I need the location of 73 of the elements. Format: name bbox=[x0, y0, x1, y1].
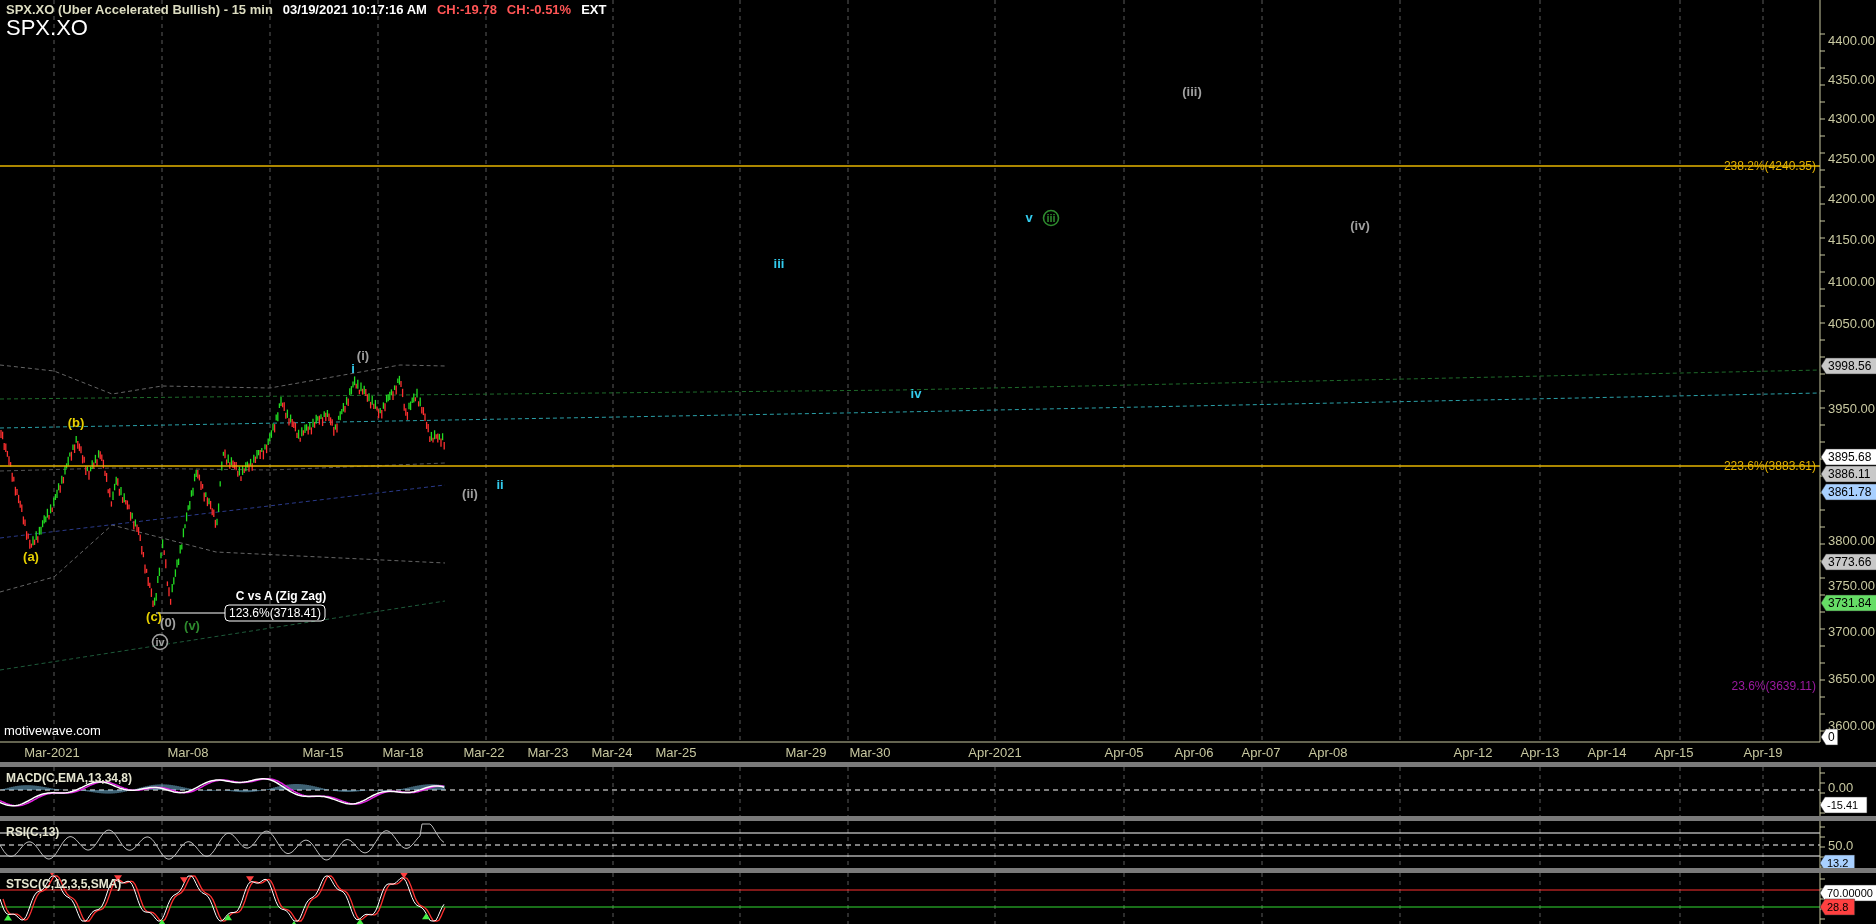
price-tag: 28.8 bbox=[1819, 898, 1855, 916]
axis-label: 3750.00 bbox=[1828, 578, 1875, 594]
price-tag: 3998.56 bbox=[1820, 357, 1876, 375]
wave-label: (i) bbox=[356, 348, 370, 363]
price-tag: 3886.11 bbox=[1820, 465, 1876, 483]
price-tag: 70.00000 bbox=[1819, 884, 1876, 902]
axis-label: Mar-30 bbox=[849, 745, 891, 760]
axis-label: 3700.00 bbox=[1828, 624, 1875, 640]
chart-title: SPX.XO (Uber Accelerated Bullish) - 15 min bbox=[6, 2, 273, 17]
indicator-title: MACD(C,EMA,13,34,8) bbox=[6, 771, 133, 785]
price-tag: 3731.84 bbox=[1820, 594, 1876, 612]
price-tag: 0 bbox=[1820, 728, 1838, 746]
axis-label: 3950.00 bbox=[1828, 401, 1875, 416]
axis-label: Mar-24 bbox=[591, 745, 633, 760]
leader-line bbox=[155, 612, 226, 614]
axis-label: Mar-15 bbox=[302, 745, 344, 760]
wave-label: iii bbox=[773, 256, 785, 271]
axis-label: Mar-2021 bbox=[24, 745, 80, 760]
axis-label: Apr-2021 bbox=[968, 745, 1022, 760]
price-tag: 3895.68 bbox=[1820, 448, 1876, 466]
price-tag: -15.41 bbox=[1819, 796, 1868, 814]
fib-label: 23.6%(3639.11) bbox=[1731, 679, 1816, 693]
wave-label: (a) bbox=[23, 549, 39, 564]
axis-label: Mar-18 bbox=[382, 745, 424, 760]
wave-label: iv bbox=[151, 633, 169, 651]
wave-label: ii bbox=[496, 477, 504, 492]
price-tag: 13.2 bbox=[1819, 854, 1855, 868]
axis-label: 4400.00 bbox=[1828, 32, 1875, 48]
axis-label: 0.00 bbox=[1828, 780, 1854, 795]
axis-label: 4100.00 bbox=[1828, 273, 1875, 289]
axis-label: 3650.00 bbox=[1828, 670, 1875, 686]
annotation-title: C vs A (Zig Zag) bbox=[235, 589, 327, 603]
axis-label: 4050.00 bbox=[1828, 315, 1875, 331]
wave-label: (b) bbox=[67, 415, 85, 430]
axis-label: 4300.00 bbox=[1828, 111, 1875, 126]
wave-label: (0) bbox=[160, 615, 176, 630]
price-tag: 3773.66 bbox=[1820, 553, 1876, 571]
wave-label: (v) bbox=[184, 618, 200, 633]
value-label: 123.6%(3718.41) bbox=[224, 604, 326, 622]
credit-label: motivewave.com bbox=[4, 723, 101, 738]
axis-label: 3800.00 bbox=[1828, 533, 1875, 549]
wave-label: (ii) bbox=[462, 486, 478, 501]
axis-label: 4150.00 bbox=[1828, 232, 1875, 248]
axis-label: Apr-08 bbox=[1308, 745, 1348, 760]
wave-label: (iii) bbox=[1182, 84, 1202, 99]
change-percent: CH:-0.51% bbox=[506, 2, 572, 17]
axis-label: Mar-25 bbox=[655, 745, 697, 760]
wave-label: (iv) bbox=[1350, 218, 1370, 233]
axis-label: Apr-05 bbox=[1104, 745, 1144, 760]
wave-label: v bbox=[1025, 210, 1033, 225]
wave-label: i bbox=[351, 361, 355, 376]
axis-label: Apr-19 bbox=[1743, 745, 1783, 760]
wave-label: (c) bbox=[146, 609, 162, 624]
session-label: EXT bbox=[581, 2, 607, 17]
change-value: CH:-19.78 bbox=[436, 2, 497, 17]
axis-label: Apr-13 bbox=[1520, 745, 1560, 760]
wave-label: iv bbox=[910, 386, 922, 401]
price-tag: 3861.78 bbox=[1820, 483, 1876, 501]
axis-label: 4350.00 bbox=[1828, 71, 1875, 87]
axis-label: 4200.00 bbox=[1828, 191, 1875, 207]
axis-label: Mar-22 bbox=[463, 745, 505, 760]
axis-label: Mar-08 bbox=[167, 745, 209, 760]
axis-label: Mar-29 bbox=[785, 745, 827, 760]
axis-label: Apr-14 bbox=[1587, 745, 1627, 760]
axis-label: Mar-23 bbox=[527, 745, 569, 760]
axis-label: Apr-12 bbox=[1453, 745, 1493, 760]
axis-label: 50.0 bbox=[1828, 838, 1854, 853]
axis-label: Apr-06 bbox=[1174, 745, 1214, 760]
axis-label: Apr-15 bbox=[1654, 745, 1694, 760]
timestamp: 03/19/2021 10:17:16 AM bbox=[282, 2, 427, 17]
axis-label: 4250.00 bbox=[1828, 150, 1875, 166]
axis-label: Apr-07 bbox=[1241, 745, 1281, 760]
wave-label: iii bbox=[1042, 209, 1060, 227]
